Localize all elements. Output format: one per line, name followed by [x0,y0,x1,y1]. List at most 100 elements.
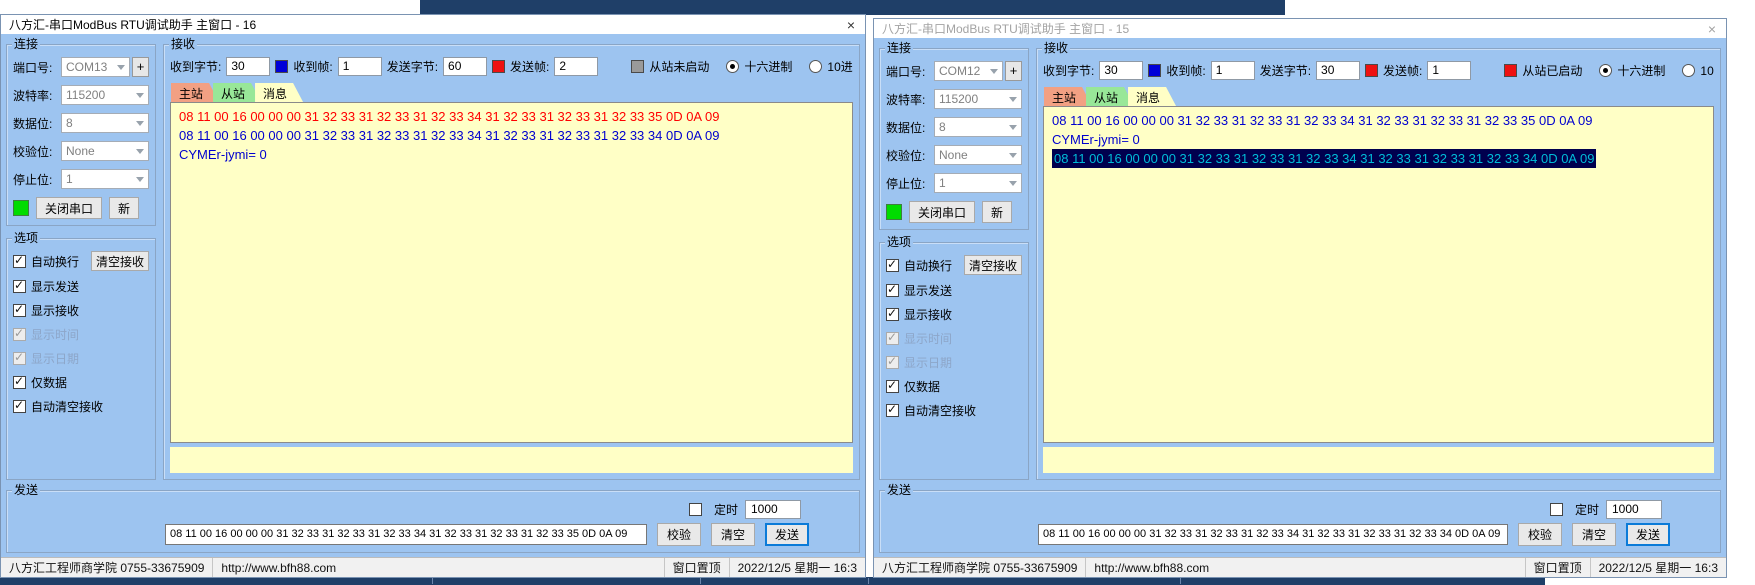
group-label: 接收 [169,37,197,51]
tx-frames-value[interactable]: 2 [554,57,598,76]
parity-label: 校验位: [886,147,934,164]
rx-bytes-value[interactable]: 30 [226,57,270,76]
rx-indicator [275,60,288,73]
tx-frames-label: 发送帧: [510,58,549,75]
timer-checkbox[interactable] [689,503,702,516]
rx-bytes-label: 收到字节: [1043,62,1094,79]
desktop: 八方汇-串口ModBus RTU调试助手 主窗口 - 16 × 连接 端口号: … [0,0,1755,585]
checkbox-checked[interactable] [13,376,26,389]
tx-frames-value[interactable]: 1 [1427,61,1471,80]
tab-master[interactable]: 主站 [1044,87,1092,106]
timer-checkbox[interactable] [1550,503,1563,516]
group-label: 发送 [12,483,40,497]
verify-button[interactable]: 校验 [657,523,701,546]
tab-master[interactable]: 主站 [171,83,219,102]
checkbox-checked[interactable] [13,280,26,293]
send-data-input[interactable]: 08 11 00 16 00 00 00 31 32 33 31 32 33 3… [165,524,647,545]
close-port-button[interactable]: 关闭串口 [36,197,102,219]
clear-receive-button[interactable]: 清空接收 [91,251,149,271]
add-port-button[interactable]: + [1005,61,1022,81]
checkbox-checked[interactable] [13,400,26,413]
send-group: 发送 定时 1000 08 11 00 16 00 00 00 31 32 33… [879,490,1721,553]
databits-select[interactable]: 8 [934,117,1022,137]
port-select[interactable]: COM13 [61,57,130,77]
tx-indicator [492,60,505,73]
tab-slave[interactable]: 从站 [1086,87,1134,106]
timer-interval-input[interactable]: 1000 [745,500,801,519]
options-group: 选项 自动换行 清空接收 显示发送 显示接收 [6,238,156,480]
send-button[interactable]: 发送 [765,523,809,546]
tx-bytes-value[interactable]: 60 [443,57,487,76]
parity-select[interactable]: None [934,145,1022,165]
timer-interval-input[interactable]: 1000 [1606,500,1662,519]
log-line: CYMEr-jymi= 0 [179,145,844,164]
rx-frames-label: 收到帧: [1166,62,1205,79]
group-label: 接收 [1042,41,1070,55]
send-data-input[interactable]: 08 11 00 16 00 00 00 31 32 33 31 32 33 3… [1038,524,1508,545]
titlebar[interactable]: 八方汇-串口ModBus RTU调试助手 主窗口 - 16 × [1,15,865,34]
stopbits-select[interactable]: 1 [61,169,149,189]
hex-radio[interactable] [1599,64,1612,77]
send-button[interactable]: 发送 [1626,523,1670,546]
tab-message[interactable]: 消息 [255,83,303,102]
message-log[interactable]: 08 11 00 16 00 00 00 31 32 33 31 32 33 3… [1043,106,1714,443]
checkbox-checked[interactable] [886,404,899,417]
hex-radio-label: 十六进制 [1617,62,1665,79]
pin-window-toggle[interactable]: 窗口置顶 [1525,558,1590,577]
parity-select[interactable]: None [61,141,149,161]
tx-indicator [1365,64,1378,77]
tab-message[interactable]: 消息 [1128,87,1176,106]
baud-select[interactable]: 115200 [934,89,1022,109]
databits-select[interactable]: 8 [61,113,149,133]
checkbox-checked[interactable] [13,304,26,317]
strip-separator [432,578,433,584]
clear-button[interactable]: 清空 [1572,523,1616,546]
checkbox-checked[interactable] [886,259,899,272]
rx-frames-label: 收到帧: [293,58,332,75]
dec-radio[interactable] [1682,64,1695,77]
new-window-button[interactable]: 新 [109,197,139,219]
dec-radio[interactable] [809,60,822,73]
close-icon[interactable]: × [1704,21,1720,37]
tx-bytes-value[interactable]: 30 [1316,61,1360,80]
clear-receive-button[interactable]: 清空接收 [964,255,1022,275]
baud-label: 波特率: [886,91,934,108]
tab-slave[interactable]: 从站 [213,83,261,102]
port-label: 端口号: [886,63,934,80]
new-window-button[interactable]: 新 [982,201,1012,223]
stopbits-label: 停止位: [13,171,61,188]
slave-status-indicator [631,60,644,73]
status-url: http://www.bfh88.com [1085,558,1524,577]
add-port-button[interactable]: + [132,57,149,77]
checkbox-checked[interactable] [886,380,899,393]
hex-radio[interactable] [726,60,739,73]
chevron-down-icon [136,177,144,182]
checkbox-checked[interactable] [886,284,899,297]
rx-bytes-value[interactable]: 30 [1099,61,1143,80]
slave-status-label: 从站已启动 [1522,62,1582,79]
clear-button[interactable]: 清空 [711,523,755,546]
modbus-window-15: 八方汇-串口ModBus RTU调试助手 主窗口 - 15 × 连接 端口号: … [873,18,1727,578]
close-icon[interactable]: × [843,17,859,33]
message-log[interactable]: 08 11 00 16 00 00 00 31 32 33 31 32 33 3… [170,102,853,443]
log-line-selected: 08 11 00 16 00 00 00 31 32 33 31 32 33 3… [1052,149,1596,168]
checkbox-checked[interactable] [886,308,899,321]
status-datetime: 2022/12/5 星期一 16:3 [729,558,865,577]
stopbits-label: 停止位: [886,175,934,192]
send-preview-strip [170,447,853,473]
verify-button[interactable]: 校验 [1518,523,1562,546]
rx-frames-value[interactable]: 1 [338,57,382,76]
port-select[interactable]: COM12 [934,61,1003,81]
option-show-send: 显示发送 [13,278,149,295]
window-title: 八方汇-串口ModBus RTU调试助手 主窗口 - 15 [882,20,1704,37]
titlebar[interactable]: 八方汇-串口ModBus RTU调试助手 主窗口 - 15 × [874,19,1726,38]
rx-frames-value[interactable]: 1 [1211,61,1255,80]
slave-status-label: 从站未启动 [649,58,709,75]
stopbits-select[interactable]: 1 [934,173,1022,193]
baud-select[interactable]: 115200 [61,85,149,105]
pin-window-toggle[interactable]: 窗口置顶 [664,558,729,577]
close-port-button[interactable]: 关闭串口 [909,201,975,223]
chevron-down-icon [1009,125,1017,130]
checkbox-checked[interactable] [13,255,26,268]
option-autowrap: 自动换行 清空接收 [886,255,1022,275]
